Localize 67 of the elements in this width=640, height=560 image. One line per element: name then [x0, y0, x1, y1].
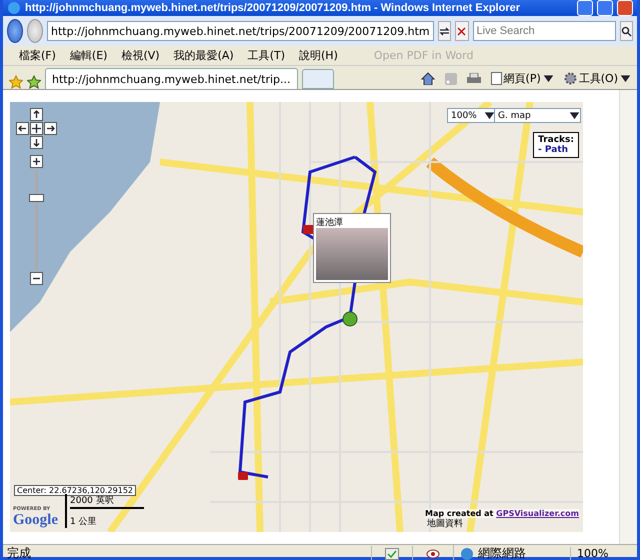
caret-icon — [542, 73, 554, 84]
map-data-link[interactable]: 地圖資料 — [427, 517, 463, 530]
browser-tab[interactable]: http://johnmchuang.myweb.hinet.net/trip... — [45, 68, 298, 89]
privacy-eye-icon[interactable] — [426, 548, 440, 560]
refresh-icon — [438, 26, 450, 36]
search-field[interactable]: Live Search — [472, 21, 616, 41]
globe-icon — [460, 546, 474, 560]
map-type-select[interactable]: G. map — [494, 108, 581, 123]
pan-left-button[interactable] — [16, 122, 29, 135]
home-icon[interactable] — [420, 72, 435, 85]
popup-title: 蓮池潭 — [316, 216, 344, 228]
arrow-left-icon — [17, 123, 28, 134]
page-menu-button[interactable]: 網頁(P) — [490, 71, 554, 86]
arrow-up-icon — [31, 109, 42, 120]
tools-menu-button[interactable]: 工具(O) — [564, 71, 631, 86]
print-icon[interactable] — [466, 72, 481, 84]
maximize-button[interactable] — [597, 0, 613, 16]
minimize-button[interactable] — [577, 0, 593, 16]
menu-item[interactable]: 檢視(V) — [121, 48, 160, 63]
dropdown-arrow-icon — [484, 110, 495, 121]
marker-icon[interactable] — [342, 310, 358, 328]
zoom-out-button[interactable] — [30, 272, 43, 285]
dropdown-arrow-icon — [569, 110, 580, 121]
address-field[interactable]: http://johnmchuang.myweb.hinet.net/trips/20071209/20071209.htm — [47, 21, 434, 41]
back-button[interactable] — [7, 19, 23, 43]
gear-icon — [564, 72, 577, 85]
zoom-in-button[interactable] — [30, 155, 43, 168]
scale-label: 1 公里 — [70, 516, 98, 528]
cross-icon — [31, 123, 42, 134]
stop-icon — [456, 26, 468, 36]
tracks-title: Tracks: — [538, 135, 574, 145]
security-zone: 網際網路 — [478, 545, 526, 560]
caret-icon — [620, 73, 631, 84]
credit-link[interactable]: GPSVisualizer.com — [496, 509, 579, 518]
star-icon[interactable] — [9, 75, 23, 89]
document-check-icon[interactable] — [385, 548, 399, 560]
scale-label: 2000 英呎 — [70, 494, 144, 509]
arrow-down-icon — [31, 137, 42, 148]
zoom-select[interactable]: 100% — [447, 108, 496, 123]
pan-center-button[interactable] — [30, 122, 43, 135]
stop-button[interactable] — [455, 21, 469, 41]
search-icon — [620, 26, 632, 36]
zoom-level[interactable]: 100% — [570, 547, 637, 560]
menu-item[interactable]: 工具(T) — [248, 48, 285, 63]
plus-icon — [31, 156, 42, 167]
pan-down-button[interactable] — [30, 136, 43, 149]
close-button[interactable] — [617, 0, 633, 16]
pan-up-button[interactable] — [30, 108, 43, 121]
menu-item[interactable]: 編輯(E) — [70, 48, 108, 63]
status-text: 完成 — [6, 545, 32, 560]
search-button[interactable] — [620, 21, 633, 41]
marker-icon[interactable] — [303, 225, 313, 234]
pan-right-button[interactable] — [44, 122, 57, 135]
page-icon — [490, 72, 502, 85]
menu-item[interactable]: 檔案(F) — [19, 48, 56, 63]
refresh-button[interactable] — [438, 21, 452, 41]
map-center-coordinates: Center: 22.67236,120.29152 — [14, 485, 136, 496]
menu-item[interactable]: 說明(H) — [299, 48, 338, 63]
menu-item[interactable]: 我的最愛(A) — [174, 48, 234, 63]
add-favorite-icon[interactable] — [27, 75, 41, 89]
arrow-right-icon — [45, 123, 56, 134]
photo-placeholder — [316, 228, 388, 280]
map-credit: Map created at GPSVisualizer.com — [425, 509, 579, 518]
vertical-scrollbar[interactable] — [619, 90, 637, 544]
window-title: http://johnmchuang.myweb.hinet.net/trips/20071209/20071209.htm - Windows Internet Explorer — [25, 2, 522, 14]
google-logo: Google — [13, 512, 58, 529]
track-link[interactable]: - Path — [538, 145, 574, 155]
